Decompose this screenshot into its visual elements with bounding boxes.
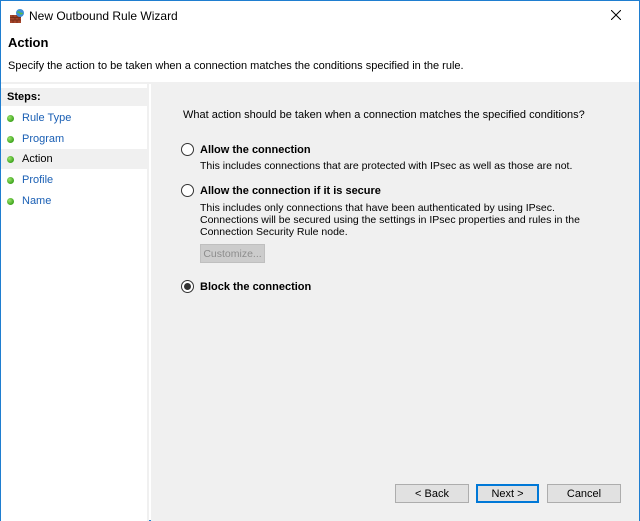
radio-selected-icon[interactable]	[181, 280, 194, 293]
option-label: Block the connection	[200, 280, 312, 293]
steps-heading: Steps:	[1, 88, 147, 106]
option-label: Allow the connection if it is secure	[200, 184, 381, 197]
step-status-icon	[7, 197, 14, 205]
step-status-icon	[7, 114, 14, 122]
main-pane: What action should be taken when a conne…	[151, 84, 639, 521]
close-icon	[610, 9, 622, 23]
step-label: Program	[22, 133, 65, 145]
step-label: Profile	[22, 174, 54, 186]
title-bar[interactable]: New Outbound Rule Wizard	[1, 1, 639, 31]
page-description: Specify the action to be taken when a co…	[8, 60, 464, 72]
radio-circle-icon[interactable]	[181, 143, 194, 156]
step-status-icon	[7, 176, 14, 184]
option-description: This includes connections that are prote…	[200, 160, 573, 172]
action-question: What action should be taken when a conne…	[183, 109, 585, 121]
back-button[interactable]: < Back	[395, 484, 469, 503]
cancel-button[interactable]: Cancel	[547, 484, 621, 503]
step-status-icon	[7, 135, 14, 143]
step-status-icon	[7, 155, 14, 163]
customize-button: Customize...	[200, 244, 265, 263]
page-title: Action	[8, 35, 49, 50]
firewall-icon	[9, 8, 25, 24]
radio-circle-icon[interactable]	[181, 184, 194, 197]
step-name[interactable]: Name	[1, 191, 147, 211]
radio-allow[interactable]: Allow the connection	[181, 143, 311, 156]
step-action[interactable]: Action	[1, 149, 147, 169]
option-description: This includes only connections that have…	[200, 202, 580, 238]
wizard-window: New Outbound Rule Wizard Action Specify …	[0, 0, 640, 521]
step-program[interactable]: Program	[1, 129, 147, 149]
steps-pane: Steps: Rule Type Program Action Profile …	[1, 84, 149, 521]
window-title: New Outbound Rule Wizard	[29, 9, 178, 23]
step-label: Action	[22, 153, 53, 165]
radio-allow-secure[interactable]: Allow the connection if it is secure	[181, 184, 381, 197]
option-label: Allow the connection	[200, 143, 311, 156]
step-label: Name	[22, 195, 52, 207]
step-rule-type[interactable]: Rule Type	[1, 108, 147, 128]
step-label: Rule Type	[22, 112, 72, 124]
close-button[interactable]	[593, 1, 639, 31]
next-button[interactable]: Next >	[476, 484, 539, 503]
step-profile[interactable]: Profile	[1, 170, 147, 190]
radio-block[interactable]: Block the connection	[181, 280, 311, 293]
